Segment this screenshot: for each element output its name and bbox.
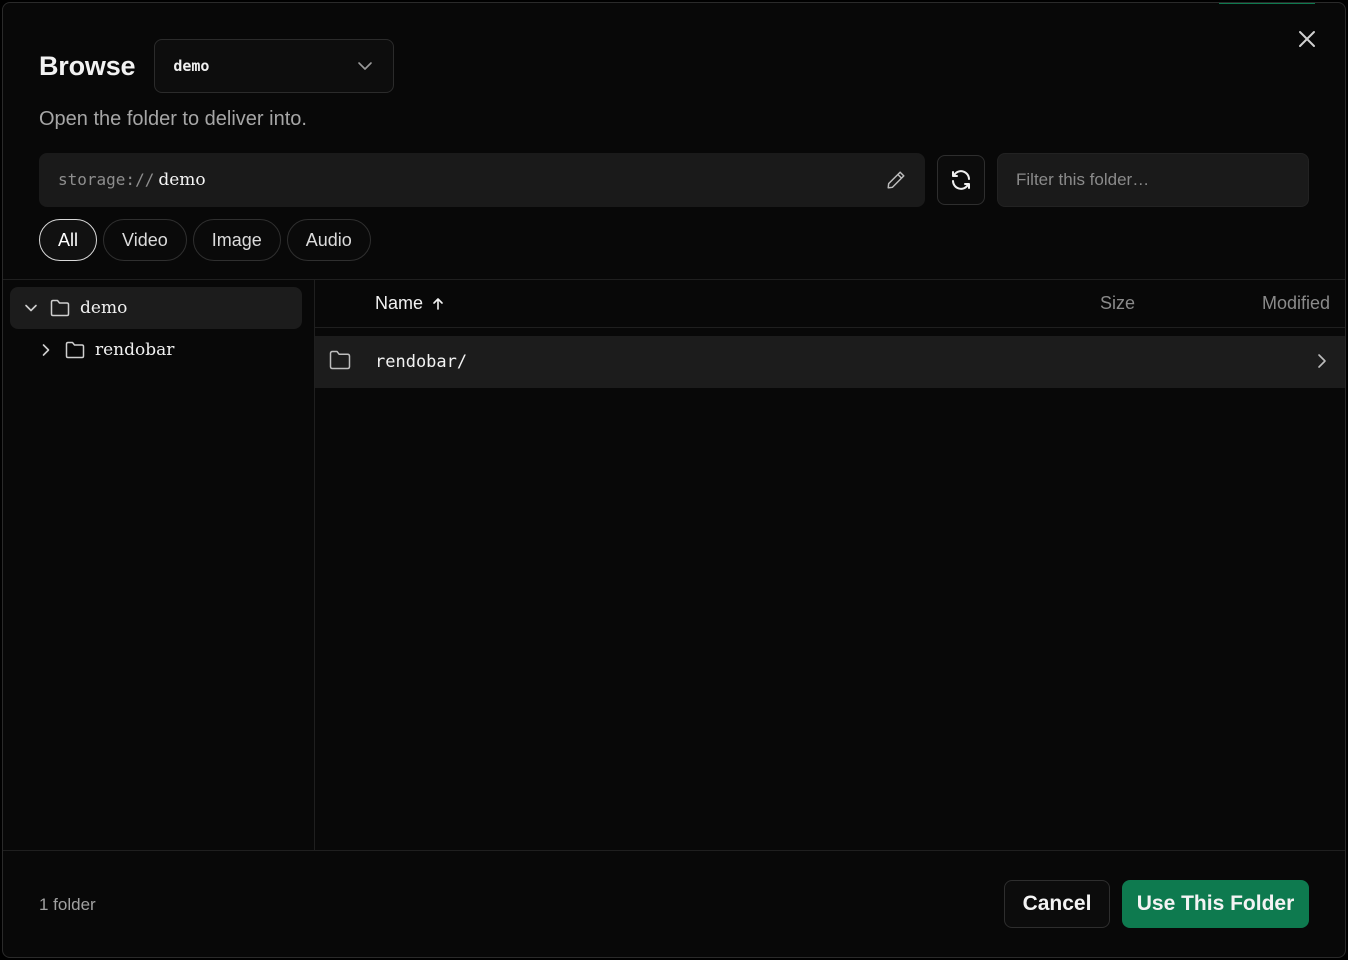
item-count: 1 folder — [39, 895, 96, 914]
path-scheme: storage:// — [58, 170, 155, 189]
tree-item-label: demo — [80, 298, 128, 318]
column-name-label: Name — [375, 293, 424, 313]
refresh-button[interactable] — [937, 155, 985, 205]
close-button[interactable] — [1295, 27, 1319, 51]
chevron-down-icon — [25, 304, 37, 312]
file-list-header: Name Size Modified — [315, 280, 1345, 328]
column-header-modified[interactable]: Modified — [1262, 293, 1330, 314]
folder-tree: demo rendobar — [3, 280, 315, 850]
top-accent-bar — [1219, 3, 1315, 4]
chevron-right-icon — [1318, 354, 1326, 368]
tree-item-label: rendobar — [95, 340, 175, 360]
chevron-right-icon — [42, 344, 50, 356]
folder-icon — [329, 350, 351, 370]
file-row[interactable]: rendobar/ — [315, 336, 1345, 388]
type-filter-chips: All Video Image Audio — [39, 219, 371, 261]
chip-audio[interactable]: Audio — [286, 219, 371, 261]
chip-image[interactable]: Image — [192, 219, 281, 261]
chevron-down-icon — [358, 62, 373, 70]
chip-all[interactable]: All — [39, 219, 98, 261]
edit-path-button[interactable] — [883, 167, 909, 193]
file-row-name: rendobar/ — [375, 352, 468, 372]
cancel-button[interactable]: Cancel — [1004, 880, 1110, 928]
dialog-header: Browse demo — [39, 39, 395, 93]
pencil-icon — [887, 171, 905, 189]
path-breadcrumb: storage://demo — [58, 170, 206, 190]
chip-video[interactable]: Video — [103, 219, 187, 261]
tree-item-demo[interactable]: demo — [10, 287, 302, 329]
browse-dialog: Browse demo Open the folder to deliver i… — [2, 2, 1346, 958]
bucket-select-value: demo — [173, 57, 210, 75]
bucket-select[interactable]: demo — [154, 39, 395, 93]
column-header-size[interactable]: Size — [1100, 293, 1135, 314]
dialog-title: Browse — [39, 50, 136, 81]
footer-divider — [3, 850, 1345, 851]
use-this-folder-button[interactable]: Use This Folder — [1122, 880, 1309, 928]
folder-icon — [65, 341, 85, 359]
path-segment[interactable]: demo — [158, 170, 205, 190]
filter-input[interactable] — [997, 153, 1309, 207]
file-list: Name Size Modified rendobar/ — [315, 280, 1345, 850]
path-bar[interactable]: storage://demo — [39, 153, 925, 207]
folder-icon — [50, 299, 70, 317]
sort-ascending-icon — [433, 297, 443, 310]
dialog-subtitle: Open the folder to deliver into. — [39, 108, 307, 130]
close-icon — [1299, 31, 1315, 47]
refresh-icon — [952, 170, 970, 190]
column-header-name[interactable]: Name — [375, 293, 445, 314]
tree-item-rendobar[interactable]: rendobar — [39, 329, 174, 371]
